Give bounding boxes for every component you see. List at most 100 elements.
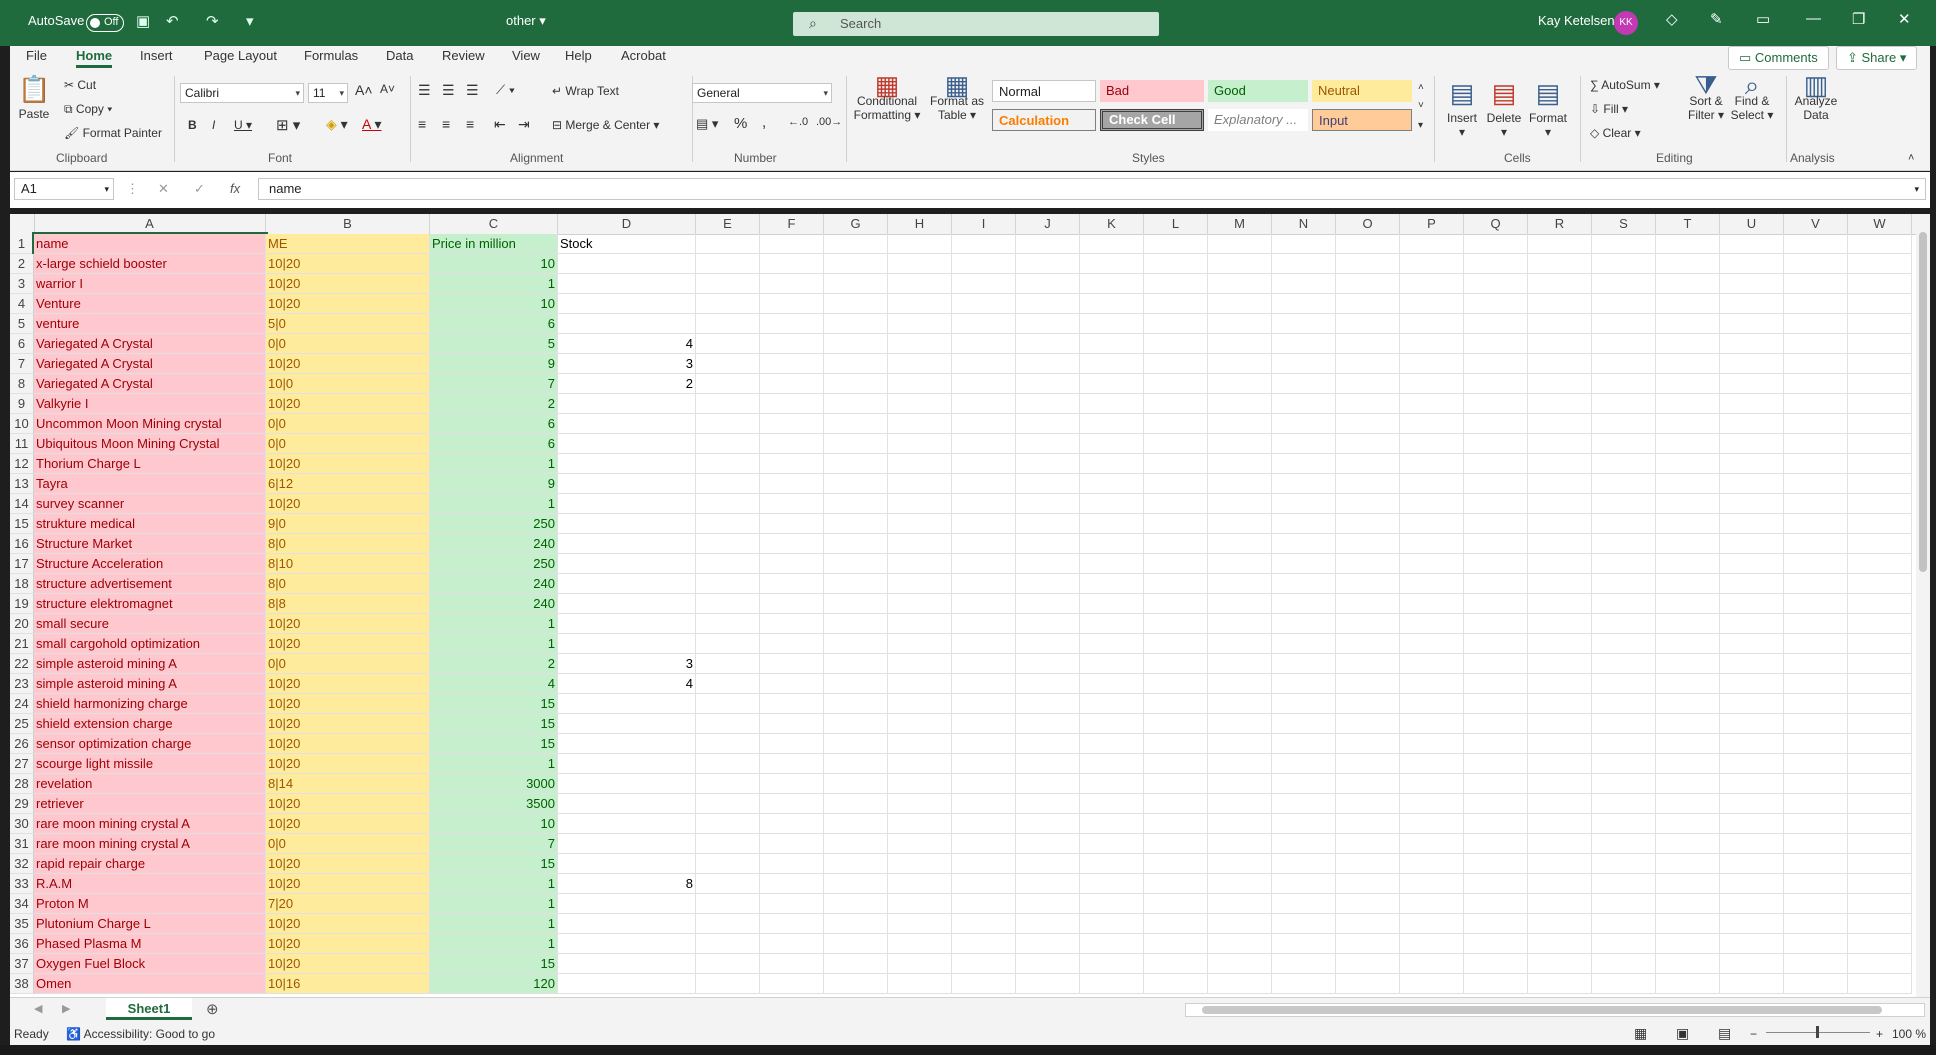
cell-w11[interactable] [1848, 434, 1912, 454]
row-header[interactable]: 5 [10, 314, 34, 334]
cell-r19[interactable] [1528, 594, 1592, 614]
cell-q33[interactable] [1464, 874, 1528, 894]
cell-c20[interactable]: 1 [430, 614, 558, 634]
cell-o34[interactable] [1336, 894, 1400, 914]
cell-k23[interactable] [1080, 674, 1144, 694]
cell-m34[interactable] [1208, 894, 1272, 914]
cell-h32[interactable] [888, 854, 952, 874]
cell-k1[interactable] [1080, 234, 1144, 254]
cell-p4[interactable] [1400, 294, 1464, 314]
cell-d11[interactable] [558, 434, 696, 454]
cell-b7[interactable]: 10|20 [266, 354, 430, 374]
cell-s20[interactable] [1592, 614, 1656, 634]
cell-v28[interactable] [1784, 774, 1848, 794]
cell-m20[interactable] [1208, 614, 1272, 634]
cell-d29[interactable] [558, 794, 696, 814]
cell-c37[interactable]: 15 [430, 954, 558, 974]
cell-k3[interactable] [1080, 274, 1144, 294]
cell-d27[interactable] [558, 754, 696, 774]
cell-o7[interactable] [1336, 354, 1400, 374]
cell-m17[interactable] [1208, 554, 1272, 574]
cell-j26[interactable] [1016, 734, 1080, 754]
cell-o16[interactable] [1336, 534, 1400, 554]
cell-u24[interactable] [1720, 694, 1784, 714]
cell-b28[interactable]: 8|14 [266, 774, 430, 794]
cell-v26[interactable] [1784, 734, 1848, 754]
cell-l16[interactable] [1144, 534, 1208, 554]
cell-u30[interactable] [1720, 814, 1784, 834]
cell-d18[interactable] [558, 574, 696, 594]
cell-p16[interactable] [1400, 534, 1464, 554]
cell-w4[interactable] [1848, 294, 1912, 314]
cell-l31[interactable] [1144, 834, 1208, 854]
cell-b33[interactable]: 10|20 [266, 874, 430, 894]
cell-g33[interactable] [824, 874, 888, 894]
cell-j9[interactable] [1016, 394, 1080, 414]
cell-o3[interactable] [1336, 274, 1400, 294]
cell-l7[interactable] [1144, 354, 1208, 374]
cell-w31[interactable] [1848, 834, 1912, 854]
cell-l24[interactable] [1144, 694, 1208, 714]
cell-d25[interactable] [558, 714, 696, 734]
cell-v7[interactable] [1784, 354, 1848, 374]
cell-g15[interactable] [824, 514, 888, 534]
cell-p17[interactable] [1400, 554, 1464, 574]
paste-button[interactable]: 📋 Paste [18, 74, 50, 121]
cell-a12[interactable]: Thorium Charge L [34, 454, 266, 474]
cell-r29[interactable] [1528, 794, 1592, 814]
font-size-combo[interactable]: 11 ▾ [308, 83, 348, 103]
cell-u23[interactable] [1720, 674, 1784, 694]
cell-d13[interactable] [558, 474, 696, 494]
zoom-out-icon[interactable]: − [1750, 1027, 1757, 1041]
row-header[interactable]: 13 [10, 474, 34, 494]
sheet-tab-sheet1[interactable]: Sheet1 [106, 998, 192, 1020]
cell-o33[interactable] [1336, 874, 1400, 894]
cell-d9[interactable] [558, 394, 696, 414]
style-good[interactable]: Good [1208, 80, 1308, 102]
cell-s11[interactable] [1592, 434, 1656, 454]
cell-b8[interactable]: 10|0 [266, 374, 430, 394]
cell-l8[interactable] [1144, 374, 1208, 394]
row-header[interactable]: 20 [10, 614, 34, 634]
cell-b13[interactable]: 6|12 [266, 474, 430, 494]
cell-h33[interactable] [888, 874, 952, 894]
cell-a21[interactable]: small cargohold optimization [34, 634, 266, 654]
cell-p15[interactable] [1400, 514, 1464, 534]
row-header[interactable]: 11 [10, 434, 34, 454]
cell-w15[interactable] [1848, 514, 1912, 534]
cell-n27[interactable] [1272, 754, 1336, 774]
cell-k26[interactable] [1080, 734, 1144, 754]
cell-s12[interactable] [1592, 454, 1656, 474]
cell-m3[interactable] [1208, 274, 1272, 294]
row-header[interactable]: 22 [10, 654, 34, 674]
cell-l27[interactable] [1144, 754, 1208, 774]
cell-i6[interactable] [952, 334, 1016, 354]
cell-c11[interactable]: 6 [430, 434, 558, 454]
cell-s25[interactable] [1592, 714, 1656, 734]
cell-m1[interactable] [1208, 234, 1272, 254]
cell-i28[interactable] [952, 774, 1016, 794]
cell-b23[interactable]: 10|20 [266, 674, 430, 694]
cell-f35[interactable] [760, 914, 824, 934]
cell-v3[interactable] [1784, 274, 1848, 294]
cell-w37[interactable] [1848, 954, 1912, 974]
style-calculation[interactable]: Calculation [992, 109, 1096, 131]
cell-a4[interactable]: Venture [34, 294, 266, 314]
cell-n12[interactable] [1272, 454, 1336, 474]
row-header[interactable]: 12 [10, 454, 34, 474]
cell-e19[interactable] [696, 594, 760, 614]
cell-f9[interactable] [760, 394, 824, 414]
cell-h34[interactable] [888, 894, 952, 914]
increase-font-icon[interactable]: A˄ [355, 82, 373, 98]
cell-m19[interactable] [1208, 594, 1272, 614]
cell-a9[interactable]: Valkyrie I [34, 394, 266, 414]
number-format-combo[interactable]: General ▾ [692, 83, 832, 103]
cell-p35[interactable] [1400, 914, 1464, 934]
cell-b5[interactable]: 5|0 [266, 314, 430, 334]
cell-s10[interactable] [1592, 414, 1656, 434]
cell-g17[interactable] [824, 554, 888, 574]
cell-e15[interactable] [696, 514, 760, 534]
cell-o6[interactable] [1336, 334, 1400, 354]
cell-k8[interactable] [1080, 374, 1144, 394]
cell-e5[interactable] [696, 314, 760, 334]
